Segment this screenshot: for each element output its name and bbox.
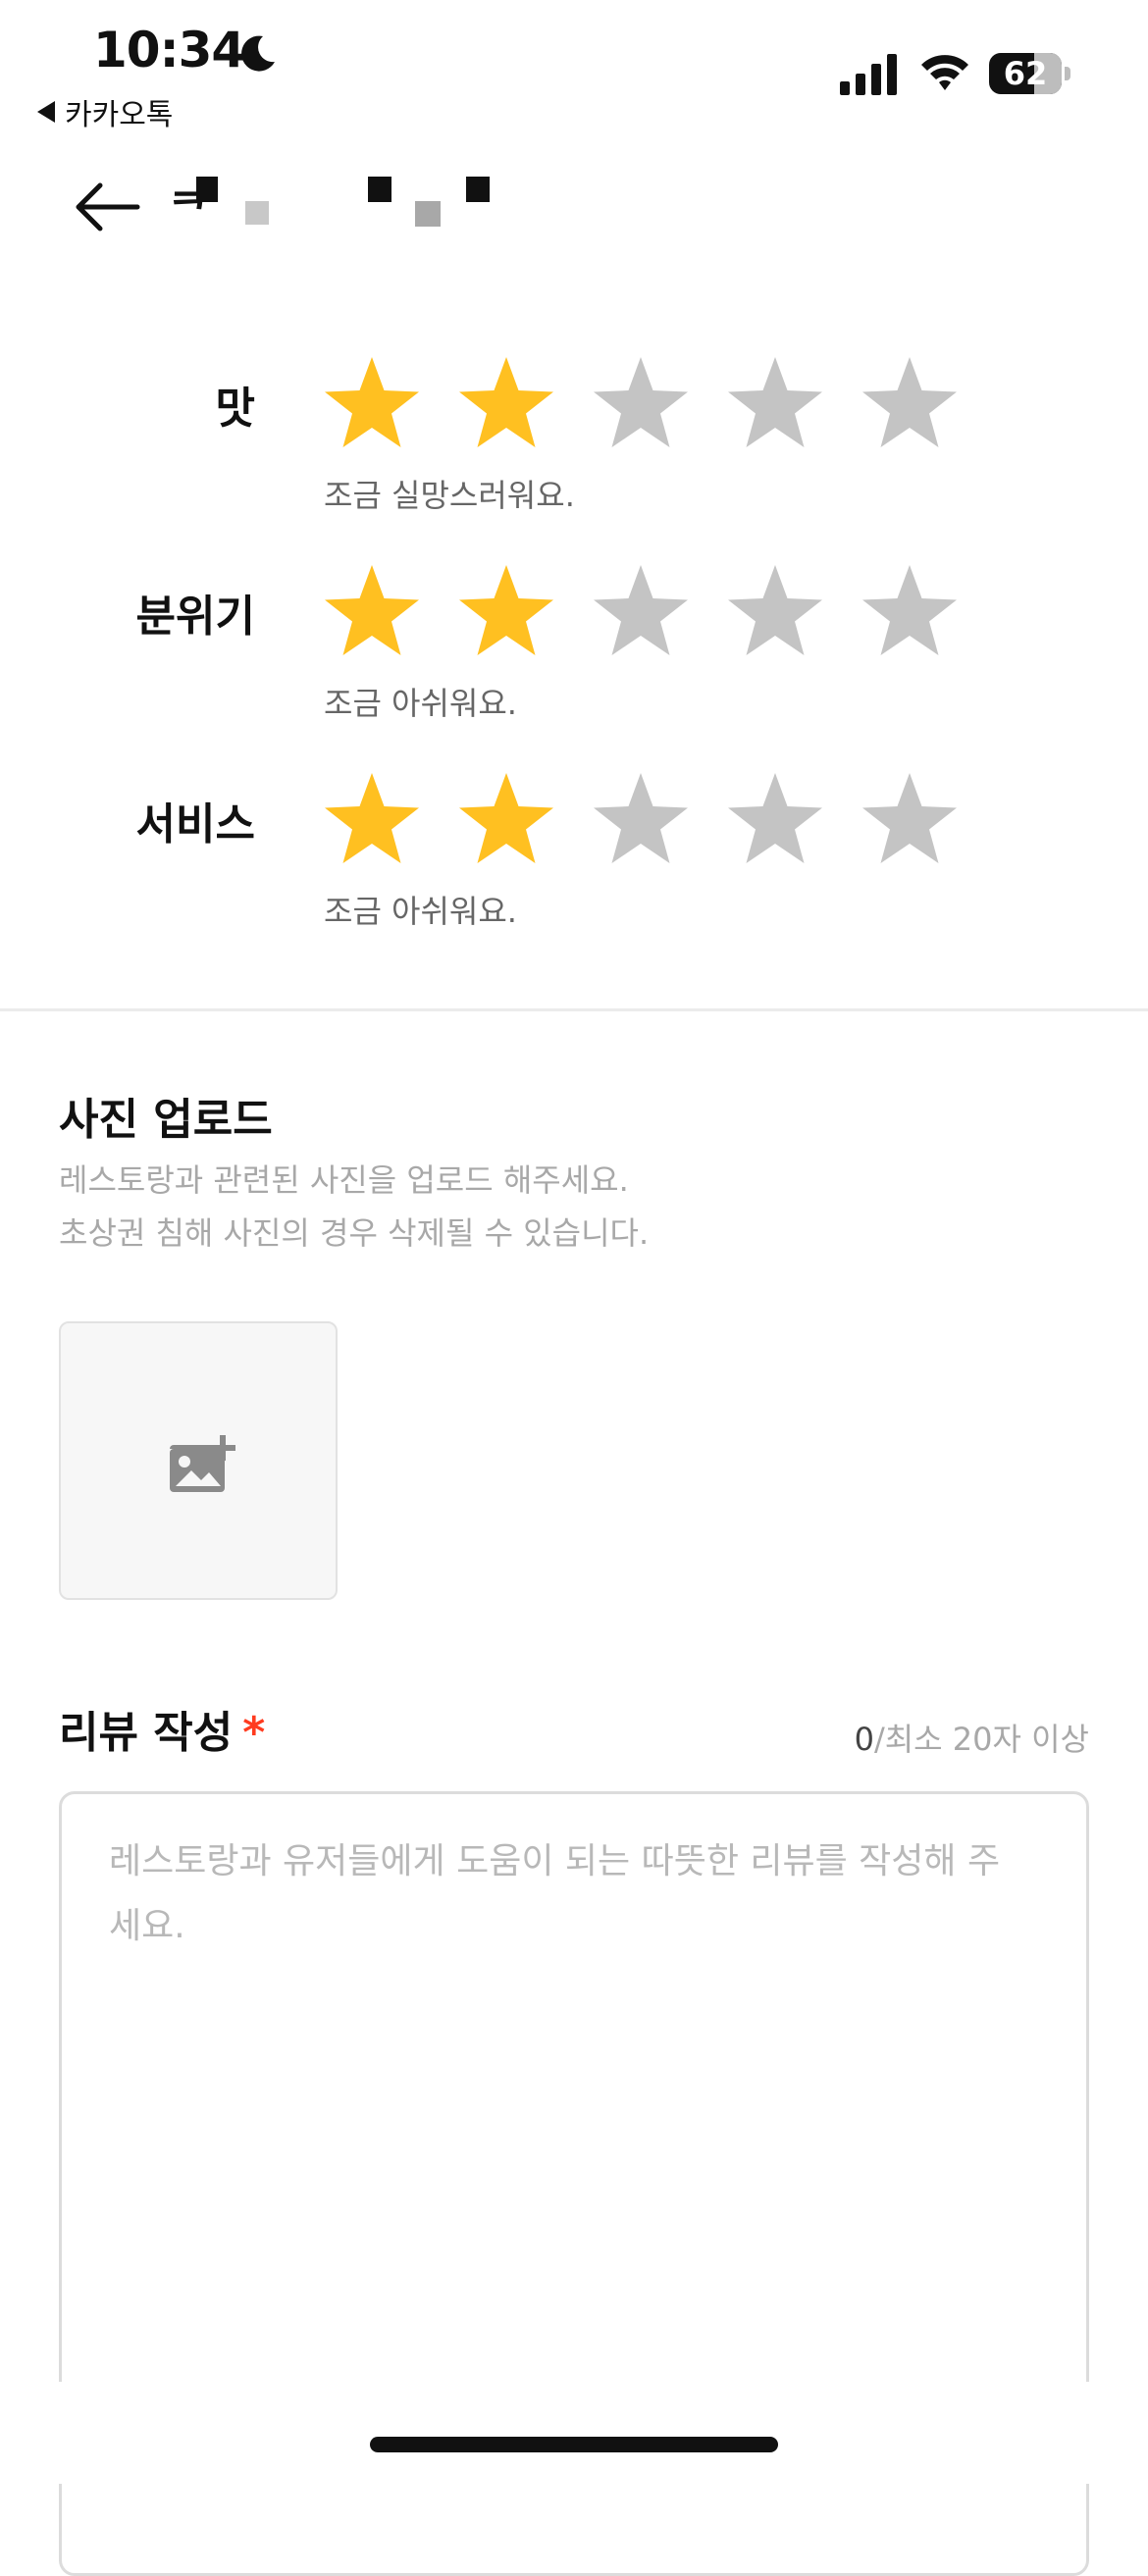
battery-level: 62 xyxy=(1003,55,1048,92)
star-icon[interactable] xyxy=(725,561,825,661)
character-count-suffix: /최소 20자 이상 xyxy=(873,1721,1089,1758)
rating-comment: 조금 아쉬워요. xyxy=(324,685,517,722)
home-indicator[interactable] xyxy=(370,2437,778,2452)
star-icon[interactable] xyxy=(725,353,825,453)
star-rating[interactable] xyxy=(322,561,960,661)
star-rating[interactable] xyxy=(322,353,960,453)
star-icon[interactable] xyxy=(725,769,825,869)
back-triangle-icon xyxy=(37,101,55,123)
star-icon[interactable] xyxy=(456,353,556,453)
battery-icon: 62 xyxy=(989,53,1062,94)
star-icon[interactable] xyxy=(456,561,556,661)
rating-comment: 조금 아쉬워요. xyxy=(324,893,517,930)
back-app-label: 카카오톡 xyxy=(65,98,174,132)
star-icon[interactable] xyxy=(860,353,960,453)
review-title-row: 리뷰 작성 * xyxy=(59,1697,265,1760)
star-icon[interactable] xyxy=(860,561,960,661)
add-photo-icon xyxy=(170,1435,235,1492)
star-icon[interactable] xyxy=(860,769,960,869)
status-time: 10:34 xyxy=(93,22,245,78)
moon-icon xyxy=(241,35,275,72)
required-mark: * xyxy=(242,1708,266,1758)
rating-comment: 조금 실망스러워요. xyxy=(324,477,575,514)
star-icon[interactable] xyxy=(591,769,691,869)
back-arrow-icon[interactable] xyxy=(73,181,141,232)
character-counter: 0/최소 20자 이상 xyxy=(855,1715,1089,1760)
photo-upload-desc-1: 레스토랑과 관련된 사진을 업로드 해주세요. xyxy=(59,1161,629,1199)
character-count: 0 xyxy=(854,1721,874,1758)
rating-label: 맛 xyxy=(215,384,255,434)
rating-label: 서비스 xyxy=(135,799,255,850)
cellular-signal-icon xyxy=(840,54,897,95)
star-icon[interactable] xyxy=(322,769,422,869)
rating-label: 분위기 xyxy=(135,592,255,642)
photo-upload-title: 사진 업로드 xyxy=(59,1095,273,1145)
review-title: 리뷰 작성 xyxy=(59,1708,234,1758)
back-to-app-link[interactable]: 카카오톡 xyxy=(37,90,173,133)
star-rating[interactable] xyxy=(322,769,960,869)
review-textarea[interactable] xyxy=(109,1829,1012,2418)
photo-upload-button[interactable] xyxy=(59,1321,338,1600)
wifi-icon xyxy=(921,55,968,90)
star-icon[interactable] xyxy=(591,561,691,661)
star-icon[interactable] xyxy=(591,353,691,453)
battery-tip xyxy=(1065,67,1070,80)
star-icon[interactable] xyxy=(322,353,422,453)
star-icon[interactable] xyxy=(456,769,556,869)
photo-upload-desc-2: 초상권 침해 사진의 경우 삭제될 수 있습니다. xyxy=(59,1214,650,1252)
section-divider xyxy=(0,1008,1148,1011)
bottom-safe-area xyxy=(0,2382,1148,2484)
star-icon[interactable] xyxy=(322,561,422,661)
